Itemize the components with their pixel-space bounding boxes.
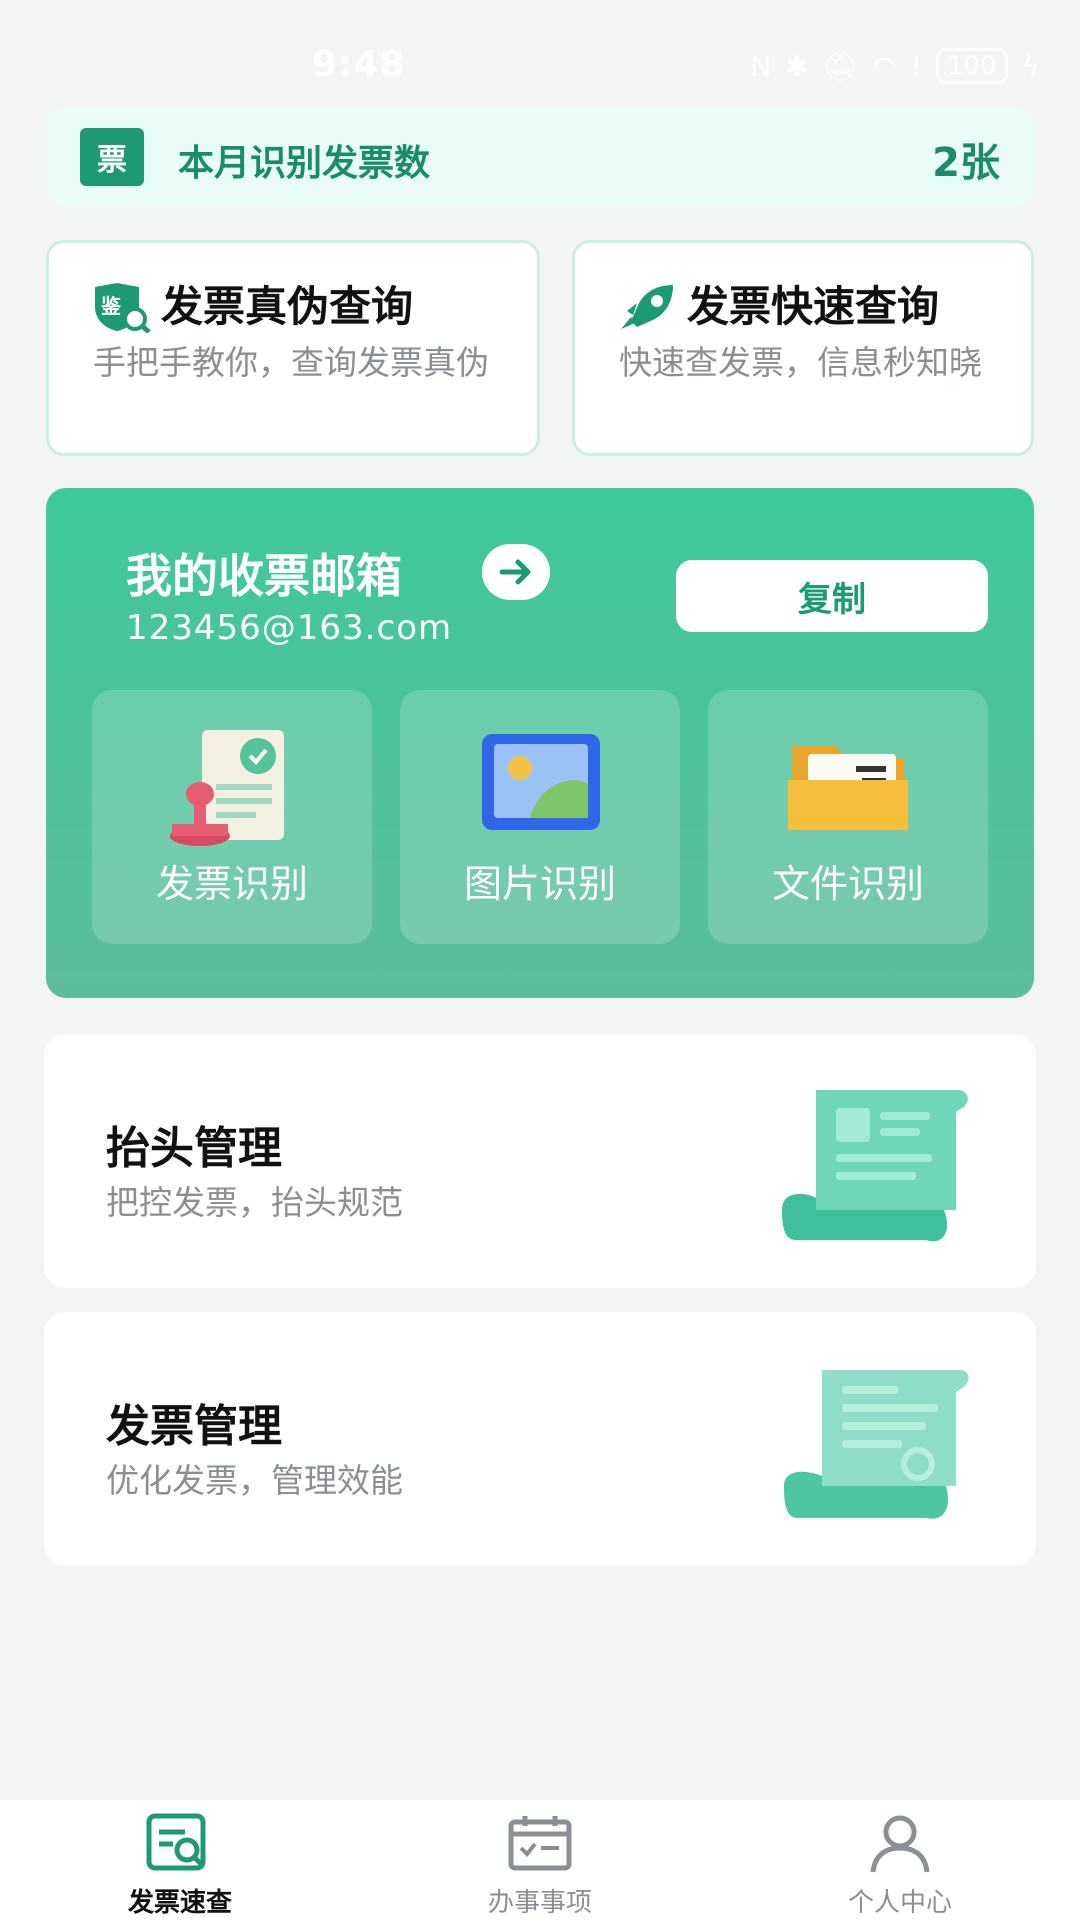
header-management-desc: 把控发票，抬头规范: [106, 1183, 403, 1222]
quick-query-card[interactable]: 发票快速查询 快速查发票，信息秒知晓: [572, 240, 1034, 456]
charging-icon: ϟ: [1021, 49, 1040, 83]
calendar-check-icon: [508, 1816, 572, 1871]
invoice-management-desc: 优化发票，管理效能: [106, 1461, 403, 1500]
verify-card-title: 发票真伪查询: [161, 282, 414, 331]
mailbox-email: 123456@163.com: [126, 608, 453, 648]
person-icon: [870, 1815, 930, 1873]
tile-picture-recognition[interactable]: 图片识别: [400, 690, 680, 944]
ticket-icon: 票: [80, 128, 144, 186]
banner-count: 2张: [932, 140, 1000, 186]
nav-label: 个人中心: [847, 1888, 952, 1918]
tile-file-recognition[interactable]: 文件识别: [708, 690, 988, 944]
tile-invoice-recognition[interactable]: 发票识别: [92, 690, 372, 944]
svg-text:鉴: 鉴: [100, 294, 122, 318]
verify-shield-icon: 鉴: [95, 283, 151, 333]
status-time: 9:48: [312, 44, 406, 85]
copy-button[interactable]: 复制: [676, 560, 988, 632]
alert-icon: !: [910, 49, 922, 83]
battery-icon: 100: [935, 48, 1008, 84]
rocket-icon: [621, 285, 673, 329]
bluetooth-icon: ✱: [785, 49, 809, 83]
nav-tasks[interactable]: 办事事项: [440, 1810, 640, 1920]
invoice-management-title: 发票管理: [106, 1401, 282, 1452]
nfc-icon: N: [750, 49, 772, 83]
mailbox-title[interactable]: 我的收票邮箱: [126, 540, 402, 606]
quick-card-desc: 快速查发票，信息秒知晓: [619, 343, 982, 382]
header-management-title: 抬头管理: [106, 1123, 282, 1174]
picture-icon: [482, 734, 600, 830]
invoice-search-icon: [146, 1813, 206, 1871]
verify-invoice-card[interactable]: 鉴 发票真伪查询 手把手教你，查询发票真伪: [46, 240, 540, 456]
verify-card-desc: 手把手教你，查询发票真伪: [93, 343, 489, 382]
nav-label: 发票速查: [127, 1888, 232, 1918]
banner-title: 本月识别发票数: [178, 143, 431, 184]
status-icons: N ✱ 🔕︎ ◠ ! 100 ϟ: [750, 48, 1040, 84]
tile-label: 发票识别: [155, 862, 308, 906]
folder-icon: [788, 746, 908, 830]
quick-card-title: 发票快速查询: [687, 282, 940, 331]
nav-label: 办事事项: [487, 1888, 592, 1918]
header-management-card[interactable]: 抬头管理 把控发票，抬头规范: [44, 1034, 1036, 1288]
invoice-stamp-icon: [170, 730, 284, 846]
wifi-icon: ◠: [872, 49, 897, 83]
invoice-scroll-icon: [784, 1370, 969, 1519]
header-scroll-icon: [782, 1090, 968, 1242]
tile-label: 文件识别: [771, 862, 924, 906]
arrow-right-icon[interactable]: [482, 544, 550, 600]
nav-invoice-search[interactable]: 发票速查: [80, 1810, 280, 1920]
invoice-management-card[interactable]: 发票管理 优化发票，管理效能: [44, 1312, 1036, 1566]
nav-profile[interactable]: 个人中心: [800, 1810, 1000, 1920]
tile-label: 图片识别: [463, 862, 616, 906]
mute-icon: 🔕︎: [822, 49, 859, 83]
